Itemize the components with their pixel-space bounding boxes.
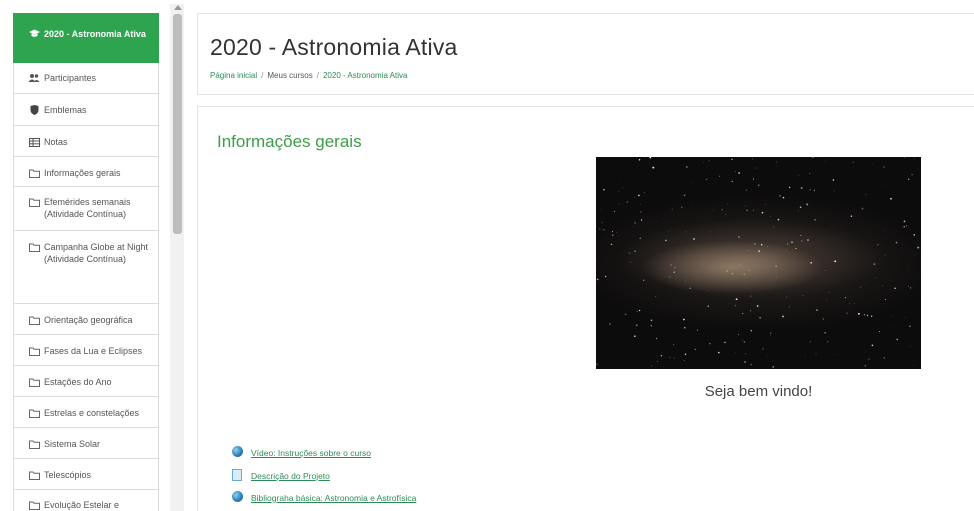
sidebar-item-label: Estações do Ano [44,377,112,387]
sidebar-item-label: Telescópios [44,470,92,480]
sidebar-item-efemerides[interactable]: Efemérides semanais (Atividade Contínua) [13,187,159,231]
resource-video-link[interactable]: Vídeo: Instruções sobre o curso [232,446,371,459]
page-header: 2020 - Astronomia Ativa Página inicial / M… [197,13,974,95]
page-icon [232,469,245,482]
folder-icon [28,314,40,326]
page-title: 2020 - Astronomia Ativa [210,34,458,60]
sidebar-scrollbar-thumb[interactable] [173,14,182,234]
folder-icon [28,376,40,388]
folder-icon [28,469,40,481]
sidebar-item-label: Campanha Globe at Night (Atividade Contí… [44,242,149,264]
shield-icon [28,104,40,116]
course-main-content: Informações gerais Seja bem vindo! Vídeo… [197,106,974,511]
resource-label: Bibliograha básica: Astronomia e Astrofí… [251,492,417,503]
graduation-cap-icon [28,28,40,40]
folder-icon [28,407,40,419]
sidebar-item-label: Sistema Solar [44,439,101,449]
sidebar-item-evolucao-estelar[interactable]: Evolução Estelar e Objetos de Céu [13,490,159,511]
sidebar-item-label: Estrelas e constelações [44,408,140,418]
folder-icon [28,241,40,253]
sidebar-item-sistema-solar[interactable]: Sistema Solar [13,428,159,459]
folder-icon [28,345,40,357]
sidebar-item-label: 2020 - Astronomia Ativa [44,29,146,39]
url-globe-icon [232,446,245,459]
sidebar-item-estacoes[interactable]: Estações do Ano [13,366,159,397]
scroll-up-arrow-icon[interactable] [174,5,182,10]
sidebar-item-telescopios[interactable]: Telescópios [13,459,159,490]
folder-icon [28,167,40,179]
breadcrumb: Página inicial / Meus cursos/2020 - Astron… [210,71,407,80]
sidebar-item-notas[interactable]: Notas [13,126,159,157]
sidebar-item-estrelas[interactable]: Estrelas e constelações [13,397,159,428]
course-sidebar: 2020 - Astronomia Ativa Participantes Em… [13,13,159,511]
folder-icon [28,499,40,511]
breadcrumb-separator: / [316,71,319,80]
breadcrumb-my-courses-link[interactable]: Meus cursos [267,71,312,80]
sidebar-item-label: Informações gerais [44,168,121,178]
milky-way-image [596,157,921,369]
sidebar-item-informacoes-gerais[interactable]: Informações gerais [13,157,159,187]
breadcrumb-home-link[interactable]: Página inicial [210,71,257,80]
breadcrumb-course-link[interactable]: 2020 - Astronomia Ativa [323,71,408,80]
resource-label: Vídeo: Instruções sobre o curso [251,447,372,458]
table-icon [28,136,40,148]
welcome-text: Seja bem vindo! [704,383,813,400]
resource-label: Descrição do Projeto [251,470,330,481]
users-icon [28,72,40,84]
sidebar-item-participantes[interactable]: Participantes [13,63,159,94]
url-globe-icon [232,491,245,504]
breadcrumb-separator: / [261,71,264,80]
sidebar-item-emblemas[interactable]: Emblemas [13,94,159,126]
folder-icon [28,196,40,208]
sidebar-item-label: Participantes [44,73,97,83]
sidebar-item-campanha-globe[interactable]: Campanha Globe at Night (Atividade Contí… [13,231,159,304]
sidebar-item-label: Orientação geográfica [44,315,133,325]
sidebar-item-label: Evolução Estelar e Objetos de Céu [44,500,120,510]
resource-project-description-link[interactable]: Descrição do Projeto [232,469,330,482]
sidebar-item-course-home[interactable]: 2020 - Astronomia Ativa [13,13,159,63]
sidebar-item-label: Notas [44,137,68,147]
sidebar-item-label: Efemérides semanais (Atividade Contínua) [44,197,131,219]
sidebar-item-label: Emblemas [44,105,87,115]
sidebar-item-orientacao[interactable]: Orientação geográfica [13,304,159,335]
folder-icon [28,438,40,450]
section-title: Informações gerais [217,132,362,151]
resource-bibliography-link[interactable]: Bibliograha básica: Astronomia e Astrofí… [232,491,416,504]
sidebar-item-label: Fases da Lua e Eclipses [44,346,143,356]
sidebar-item-fases-lua[interactable]: Fases da Lua e Eclipses [13,335,159,366]
